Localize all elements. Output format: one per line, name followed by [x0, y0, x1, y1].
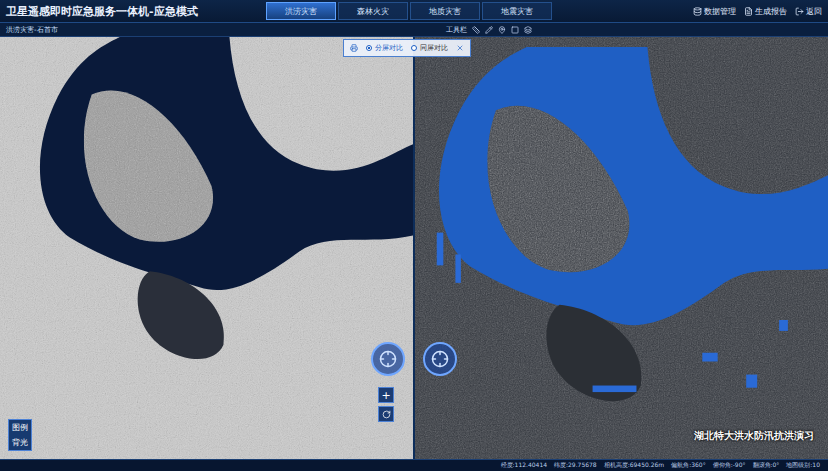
disaster-tab[interactable]: 森林火灾 — [338, 2, 408, 20]
header: 卫星遥感即时应急服务一体机-应急模式洪涝灾害森林火灾地质灾害地震灾害数据管理生成… — [0, 0, 828, 23]
ruler-icon[interactable] — [472, 26, 480, 34]
status-item: 相机高度:69450.26m — [604, 461, 665, 470]
side-button[interactable]: 背光 — [9, 435, 31, 450]
report-icon — [744, 7, 753, 16]
status-item: 翻滚角:0° — [753, 461, 780, 470]
location-label: 洪涝灾害-石首市 — [6, 25, 58, 35]
toolbar: 工具栏 — [446, 25, 532, 35]
status-item: 俯仰角:-90° — [713, 461, 746, 470]
status-item: 经度:112.40414 — [501, 461, 547, 470]
sub-bar: 洪涝灾害-石首市 工具栏 — [0, 23, 828, 37]
side-buttons: 图例背光 — [8, 419, 32, 451]
compare-control: 分屏对比同屏对比 — [343, 39, 471, 57]
map-panel-after: 湖北特大洪水防汛抗洪演习 — [415, 37, 828, 459]
header-action[interactable]: 返回 — [795, 6, 822, 17]
zoom-in-button[interactable]: + — [378, 387, 394, 403]
print-icon[interactable] — [350, 44, 358, 52]
database-icon — [693, 7, 702, 16]
pencil-icon[interactable] — [485, 26, 493, 34]
close-icon[interactable] — [456, 44, 464, 52]
disaster-tab[interactable]: 洪涝灾害 — [266, 2, 336, 20]
compass-icon — [379, 350, 397, 368]
compare-option[interactable]: 同屏对比 — [411, 43, 448, 53]
header-action[interactable]: 生成报告 — [744, 6, 787, 17]
layers-icon[interactable] — [524, 26, 532, 34]
compass[interactable] — [371, 342, 405, 376]
toolbar-label: 工具栏 — [446, 25, 467, 35]
pin-icon[interactable] — [498, 26, 506, 34]
refresh-icon — [382, 410, 391, 419]
status-item: 纬度:29.75678 — [554, 461, 597, 470]
square-icon[interactable] — [511, 26, 519, 34]
header-action[interactable]: 数据管理 — [693, 6, 736, 17]
zoom-controls: + — [378, 387, 394, 422]
side-button[interactable]: 图例 — [9, 420, 31, 435]
back-icon — [795, 7, 804, 16]
map-panel-before — [0, 37, 415, 459]
disaster-tab[interactable]: 地质灾害 — [410, 2, 480, 20]
reset-view-button[interactable] — [378, 406, 394, 422]
status-bar: 经度:112.40414 纬度:29.75678 相机高度:69450.26m 偏航角… — [0, 459, 828, 471]
status-item: 地图级别:10 — [786, 461, 820, 470]
video-caption: 湖北特大洪水防汛抗洪演习 — [694, 429, 814, 443]
satellite-map[interactable] — [0, 37, 413, 459]
disaster-tab[interactable]: 地震灾害 — [482, 2, 552, 20]
compass[interactable] — [423, 342, 457, 376]
compare-option[interactable]: 分屏对比 — [366, 43, 403, 53]
satellite-map[interactable] — [415, 37, 828, 459]
radio-dot — [411, 45, 417, 51]
app-title: 卫星遥感即时应急服务一体机-应急模式 — [6, 4, 256, 19]
map-area: 分屏对比同屏对比湖北特大洪水防汛抗洪演习 + 图例背光 — [0, 37, 828, 459]
radio-dot — [366, 45, 372, 51]
app: 卫星遥感即时应急服务一体机-应急模式洪涝灾害森林火灾地质灾害地震灾害数据管理生成… — [0, 0, 828, 471]
header-actions: 数据管理生成报告返回 — [693, 6, 822, 17]
disaster-tabs: 洪涝灾害森林火灾地质灾害地震灾害 — [266, 2, 683, 20]
status-item: 偏航角:360° — [671, 461, 705, 470]
compass-icon — [431, 350, 449, 368]
